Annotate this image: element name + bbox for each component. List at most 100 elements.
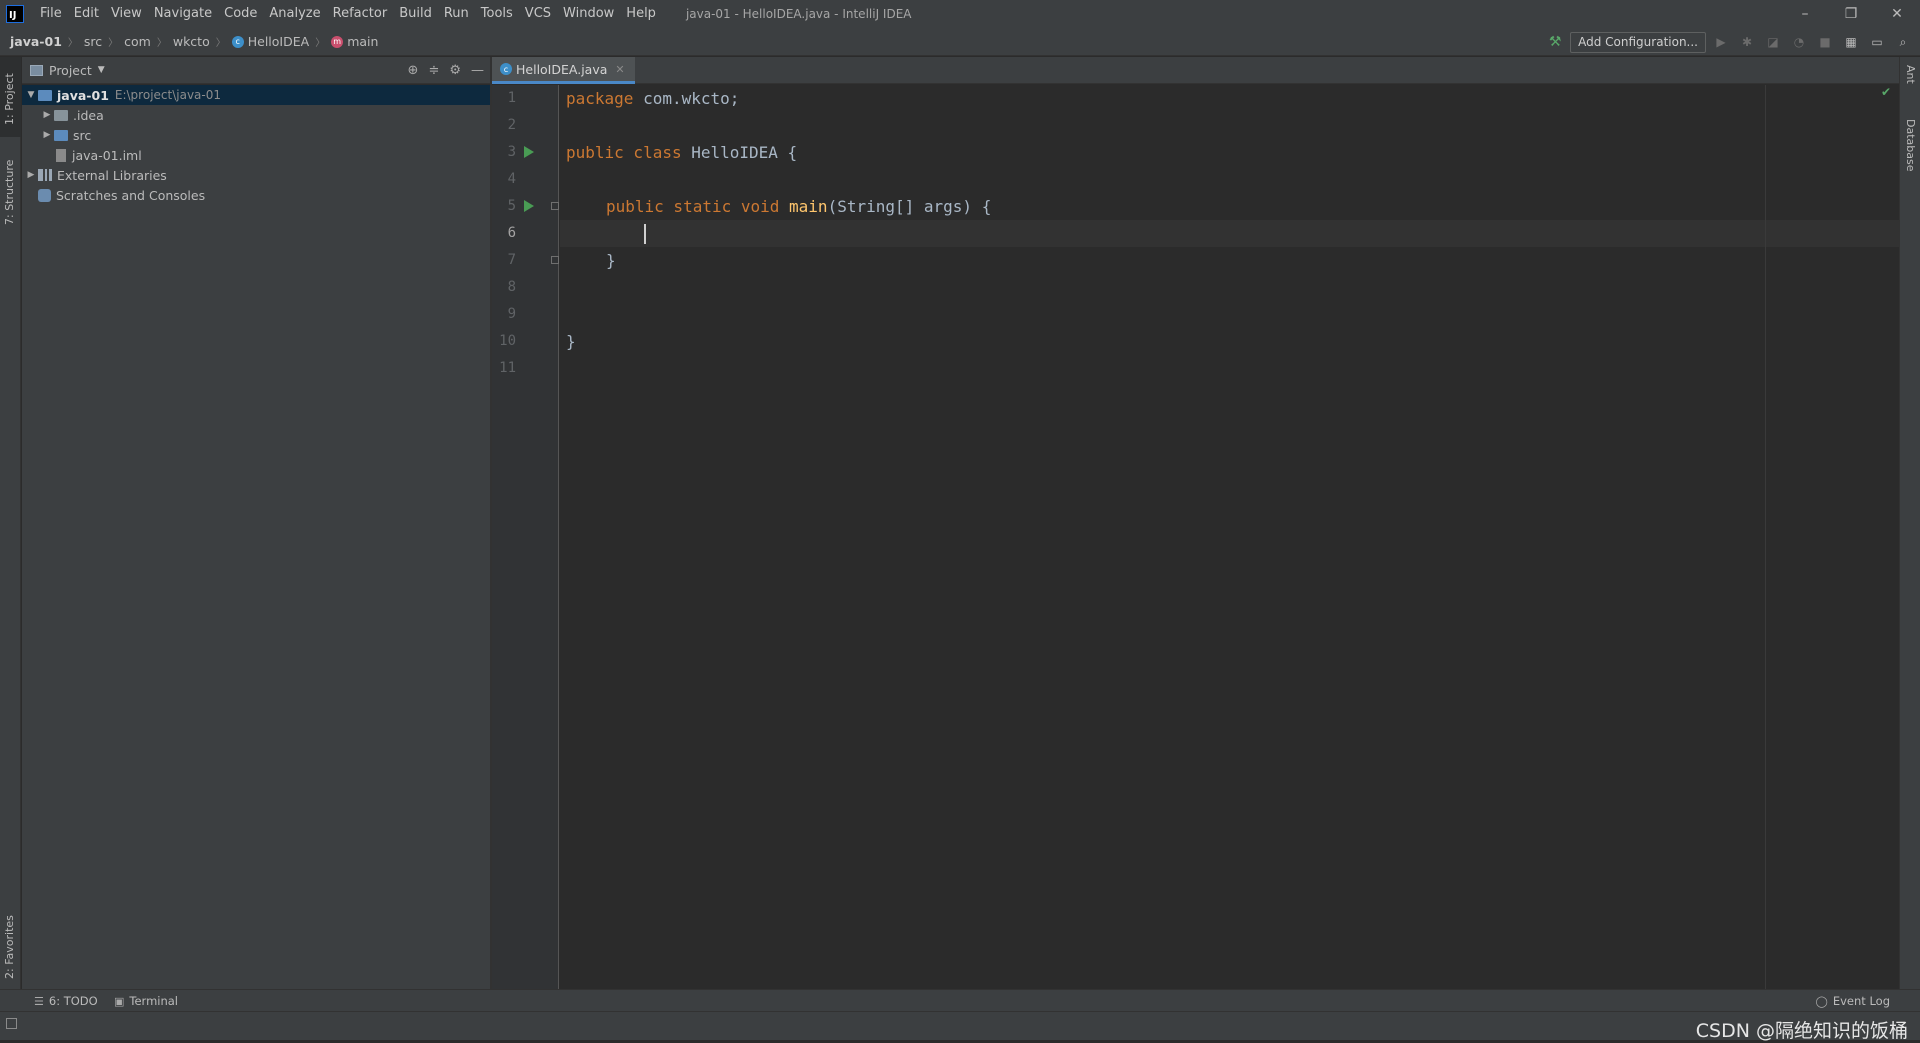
menu-bar: File Edit View Navigate Code Analyze Ref… bbox=[34, 0, 662, 28]
tree-item-label: Scratches and Consoles bbox=[56, 187, 206, 203]
tool-tab-project[interactable]: 1: Project bbox=[0, 57, 21, 137]
layout-icon[interactable]: ▭ bbox=[1866, 31, 1888, 53]
project-panel-header: Project ▼ ⊕ ≑ ⚙ — bbox=[22, 57, 490, 84]
tree-item-iml[interactable]: java-01.iml bbox=[22, 145, 490, 165]
code-editor[interactable]: ✔ package com.wkcto; public class HelloI… bbox=[560, 85, 1899, 989]
menu-help[interactable]: Help bbox=[620, 0, 662, 28]
coverage-icon[interactable]: ◪ bbox=[1762, 31, 1784, 53]
restore-button[interactable]: ❐ bbox=[1828, 0, 1874, 28]
tool-tab-structure[interactable]: 7: Structure bbox=[0, 145, 21, 231]
menu-navigate[interactable]: Navigate bbox=[148, 0, 218, 28]
line-number: 11 bbox=[499, 360, 516, 376]
todo-list-icon: ☰ bbox=[34, 994, 44, 1008]
menu-file[interactable]: File bbox=[34, 0, 68, 28]
menu-edit[interactable]: Edit bbox=[68, 0, 105, 28]
hide-panel-icon[interactable]: — bbox=[471, 63, 484, 78]
debug-icon[interactable]: ✱ bbox=[1736, 31, 1758, 53]
breadcrumb-class[interactable]: c HelloIDEA bbox=[231, 34, 309, 49]
locate-target-icon[interactable]: ⊕ bbox=[408, 63, 419, 78]
menu-tools[interactable]: Tools bbox=[475, 0, 519, 28]
tree-item-src[interactable]: ▶ src bbox=[22, 125, 490, 145]
menu-run[interactable]: Run bbox=[438, 0, 475, 28]
close-button[interactable]: ✕ bbox=[1874, 0, 1920, 28]
tree-item-external-libraries[interactable]: ▶ External Libraries bbox=[22, 165, 490, 185]
minimize-button[interactable]: – bbox=[1782, 0, 1828, 28]
search-icon[interactable]: ⌕ bbox=[1892, 31, 1914, 53]
folder-icon bbox=[54, 109, 68, 121]
watermark: CSDN @隔绝知识的饭桶 bbox=[1695, 1020, 1908, 1042]
tool-tab-database[interactable]: Database bbox=[1900, 117, 1920, 187]
tab-hello-idea-java[interactable]: c HelloIDEA.java ✕ bbox=[492, 57, 635, 84]
menu-analyze[interactable]: Analyze bbox=[263, 0, 326, 28]
method-name: main bbox=[789, 197, 828, 216]
collapsed-arrow-icon[interactable]: ▶ bbox=[24, 170, 38, 180]
tool-tab-terminal[interactable]: ▣ Terminal bbox=[114, 990, 178, 1012]
menu-vcs[interactable]: VCS bbox=[519, 0, 557, 28]
tool-tab-terminal-label: Terminal bbox=[129, 994, 179, 1008]
tree-item-scratches[interactable]: Scratches and Consoles bbox=[22, 185, 490, 205]
menu-build[interactable]: Build bbox=[393, 0, 438, 28]
navigation-bar: java-01 〉 src 〉 com 〉 wkcto 〉 c HelloIDE… bbox=[0, 28, 1920, 56]
collapse-all-icon[interactable]: ≑ bbox=[428, 63, 439, 78]
keyword: package bbox=[566, 89, 634, 108]
breadcrumb-separator-icon: 〉 bbox=[215, 38, 226, 49]
keyword: public class bbox=[566, 143, 682, 162]
module-folder-icon bbox=[38, 89, 52, 101]
breadcrumb-project-label: java-01 bbox=[10, 34, 62, 49]
line-number: 3 bbox=[507, 144, 516, 160]
line-number: 5 bbox=[507, 198, 516, 214]
tree-item-idea[interactable]: ▶ .idea bbox=[22, 105, 490, 125]
line-number: 8 bbox=[507, 279, 516, 295]
menu-view[interactable]: View bbox=[105, 0, 148, 28]
stop-icon[interactable]: ■ bbox=[1814, 31, 1836, 53]
run-class-icon[interactable] bbox=[524, 146, 534, 158]
menu-window[interactable]: Window bbox=[557, 0, 620, 28]
code-line-1: package com.wkcto; bbox=[566, 85, 739, 112]
close-icon[interactable]: ✕ bbox=[615, 63, 624, 76]
run-main-icon[interactable] bbox=[524, 200, 534, 212]
line-number: 1 bbox=[507, 90, 516, 106]
current-line-highlight bbox=[560, 220, 1899, 247]
run-icon[interactable]: ▶ bbox=[1710, 31, 1732, 53]
event-log-icon: ◯ bbox=[1815, 994, 1828, 1008]
breadcrumb-com[interactable]: com bbox=[124, 34, 151, 49]
collapsed-arrow-icon[interactable]: ▶ bbox=[40, 130, 54, 140]
intellij-logo-icon: IJ bbox=[6, 5, 24, 23]
gear-icon[interactable]: ⚙ bbox=[449, 63, 461, 78]
build-hammer-icon[interactable]: ⚒ bbox=[1544, 31, 1566, 53]
breadcrumb-project[interactable]: java-01 bbox=[10, 34, 62, 49]
line-number: 9 bbox=[507, 306, 516, 322]
expanded-arrow-icon[interactable]: ▼ bbox=[24, 90, 38, 100]
project-structure-icon[interactable]: ▦ bbox=[1840, 31, 1862, 53]
collapsed-arrow-icon[interactable]: ▶ bbox=[40, 110, 54, 120]
toggle-tool-windows-icon[interactable] bbox=[6, 1018, 17, 1029]
profile-icon[interactable]: ◔ bbox=[1788, 31, 1810, 53]
breadcrumb-method[interactable]: m main bbox=[331, 34, 378, 49]
code-text: HelloIDEA { bbox=[681, 143, 798, 162]
tree-item-label: src bbox=[73, 127, 92, 143]
fold-icon[interactable] bbox=[551, 202, 559, 210]
tool-tab-todo-label: 6: TODO bbox=[48, 994, 98, 1008]
breadcrumb-wkcto[interactable]: wkcto bbox=[173, 34, 210, 49]
tree-item-path: E:\project\java-01 bbox=[114, 88, 221, 102]
project-view-selector[interactable]: Project ▼ bbox=[30, 63, 105, 78]
project-window-icon bbox=[30, 64, 43, 76]
menu-refactor[interactable]: Refactor bbox=[327, 0, 394, 28]
code-text: } bbox=[606, 251, 616, 270]
breadcrumb-separator-icon: 〉 bbox=[67, 38, 78, 49]
tool-tab-todo[interactable]: ☰ 6: TODO bbox=[34, 990, 98, 1012]
keyword: public static void bbox=[606, 197, 780, 216]
tool-tab-structure-label: 7: Structure bbox=[3, 159, 16, 225]
tree-item-java-01[interactable]: ▼ java-01 E:\project\java-01 bbox=[22, 85, 490, 105]
menu-code[interactable]: Code bbox=[218, 0, 263, 28]
add-configuration-button[interactable]: Add Configuration... bbox=[1570, 31, 1706, 53]
tool-tab-favorites[interactable]: 2: Favorites bbox=[0, 897, 21, 987]
tool-tab-ant[interactable]: Ant bbox=[1900, 63, 1920, 103]
line-number: 7 bbox=[507, 252, 516, 268]
breadcrumb-separator-icon: 〉 bbox=[315, 38, 326, 49]
tool-tab-event-log[interactable]: ◯ Event Log bbox=[1816, 990, 1890, 1012]
fold-icon[interactable] bbox=[551, 256, 559, 264]
breadcrumb-src[interactable]: src bbox=[84, 34, 102, 49]
tool-tab-event-log-label: Event Log bbox=[1832, 994, 1890, 1008]
code-text: (String[] args) { bbox=[827, 197, 992, 216]
